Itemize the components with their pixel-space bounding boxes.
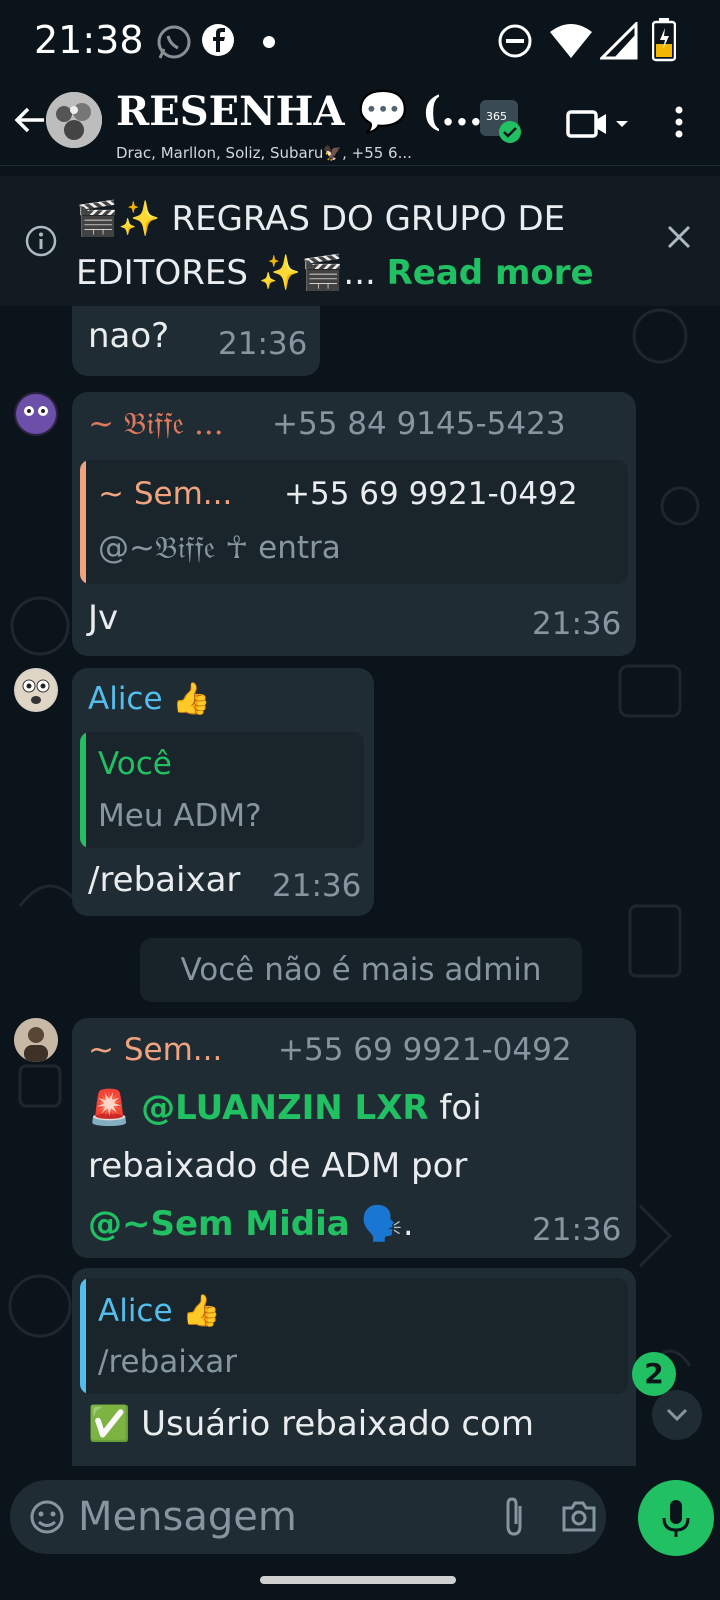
gesture-bar[interactable] bbox=[260, 1576, 456, 1584]
message-time: 21:36 bbox=[218, 326, 308, 362]
signal-icon bbox=[598, 20, 638, 64]
dnd-icon bbox=[496, 22, 534, 64]
message-line-1: 🚨 @LUANZIN LXR foi bbox=[88, 1088, 482, 1128]
quoted-message[interactable]: Alice 👍 /rebaixar bbox=[80, 1278, 628, 1394]
message-line-3: @~Sem Midia 🗣️. bbox=[88, 1204, 414, 1244]
sender-avatar[interactable] bbox=[14, 1018, 58, 1062]
sender-name[interactable]: ~ 𝔅𝔦𝔣𝔣𝔢 ... bbox=[88, 406, 224, 443]
quote-text: @~𝔅𝔦𝔣𝔣𝔢 ☥ entra bbox=[98, 530, 341, 566]
sender-phone: +55 84 9145-5423 bbox=[272, 406, 566, 442]
message-time: 21:36 bbox=[532, 606, 622, 642]
unread-badge[interactable]: 2 bbox=[632, 1352, 676, 1396]
message-bubble[interactable]: Alice 👍 /rebaixar ✅ Usuário rebaixado co… bbox=[72, 1268, 636, 1466]
notification-dot-icon bbox=[262, 34, 276, 53]
message-text: Jv bbox=[88, 598, 119, 638]
mention-sem-midia[interactable]: @~Sem Midia bbox=[88, 1204, 350, 1244]
message-bubble[interactable]: Alice 👍 Você Meu ADM? /rebaixar 21:36 bbox=[72, 668, 374, 916]
message-text: /rebaixar bbox=[88, 860, 241, 900]
quote-sender: ~ Sem... bbox=[98, 476, 233, 512]
close-icon[interactable] bbox=[664, 222, 694, 256]
sender-name[interactable]: ~ Sem... bbox=[88, 1032, 222, 1068]
message-line-2: rebaixado de ADM por bbox=[88, 1146, 468, 1186]
message-text: 🗣️. bbox=[349, 1204, 414, 1244]
scroll-down-button[interactable] bbox=[652, 1390, 702, 1440]
quote-text: Meu ADM? bbox=[98, 798, 262, 834]
message-text: foi bbox=[428, 1088, 482, 1128]
battery-icon bbox=[651, 18, 677, 66]
message-input[interactable]: Mensagem bbox=[78, 1494, 297, 1540]
quoted-message[interactable]: Você Meu ADM? bbox=[80, 732, 364, 848]
chevron-down-icon bbox=[666, 1408, 688, 1422]
status-bar: 21:38 bbox=[0, 0, 720, 84]
chat-header: RESENHA 💬 (... 365 Drac, Marllon, Soliz,… bbox=[0, 84, 720, 166]
whatsapp-icon bbox=[154, 22, 194, 66]
mic-button[interactable] bbox=[638, 1480, 714, 1556]
message-time: 21:36 bbox=[532, 1212, 622, 1248]
quote-phone: +55 69 9921-0492 bbox=[284, 476, 578, 512]
facebook-icon bbox=[200, 22, 236, 62]
pinned-message[interactable]: 🎬✨ REGRAS DO GRUPO DE EDITORES ✨🎬... Rea… bbox=[0, 176, 720, 306]
message-text: ✅ Usuário rebaixado com bbox=[88, 1404, 534, 1444]
sender-name[interactable]: Alice 👍 bbox=[88, 680, 211, 717]
sender-phone: +55 69 9921-0492 bbox=[278, 1032, 572, 1068]
more-options-icon[interactable] bbox=[674, 104, 684, 144]
sender-avatar[interactable] bbox=[14, 668, 58, 712]
quote-text: /rebaixar bbox=[98, 1344, 237, 1380]
siren-emoji: 🚨 bbox=[88, 1088, 131, 1128]
group-avatar[interactable] bbox=[46, 92, 102, 148]
message-bubble[interactable]: nao? 21:36 bbox=[72, 306, 320, 376]
chat-title[interactable]: RESENHA 💬 (... bbox=[116, 88, 483, 135]
pinned-text: 🎬✨ REGRAS DO GRUPO DE EDITORES ✨🎬... Rea… bbox=[76, 192, 656, 300]
message-input-bar[interactable]: Mensagem bbox=[10, 1480, 606, 1554]
message-bubble[interactable]: ~ 𝔅𝔦𝔣𝔣𝔢 ... +55 84 9145-5423 ~ Sem... +5… bbox=[72, 392, 636, 656]
sticker-icon[interactable] bbox=[28, 1498, 66, 1540]
chat-members[interactable]: Drac, Marllon, Soliz, Subaru🦅, +55 6... bbox=[116, 144, 412, 162]
chat-area[interactable]: nao? 21:36 ~ 𝔅𝔦𝔣𝔣𝔢 ... +55 84 9145-5423 … bbox=[0, 306, 720, 1466]
status-time: 21:38 bbox=[34, 18, 144, 62]
attach-icon[interactable] bbox=[500, 1496, 530, 1542]
read-more-link[interactable]: Read more bbox=[387, 253, 594, 293]
message-bubble[interactable]: ~ Sem... +55 69 9921-0492 🚨 @LUANZIN LXR… bbox=[72, 1018, 636, 1258]
back-arrow-icon[interactable] bbox=[10, 100, 50, 140]
mention-luanzin[interactable]: @LUANZIN LXR bbox=[141, 1088, 428, 1128]
group-badge-icon: 365 bbox=[478, 98, 524, 148]
message-time: 21:36 bbox=[272, 868, 362, 904]
quoted-message[interactable]: ~ Sem... +55 69 9921-0492 @~𝔅𝔦𝔣𝔣𝔢 ☥ entr… bbox=[80, 460, 628, 584]
quote-bar bbox=[80, 1278, 86, 1394]
message-text: nao? bbox=[88, 316, 170, 356]
quote-bar bbox=[80, 732, 86, 848]
svg-text:365: 365 bbox=[486, 110, 507, 123]
wifi-icon bbox=[548, 22, 594, 64]
quote-sender: Você bbox=[98, 746, 172, 782]
quote-sender: Alice 👍 bbox=[98, 1293, 222, 1329]
info-icon bbox=[24, 224, 58, 262]
system-message: Você não é mais admin bbox=[140, 938, 582, 1002]
video-call-icon[interactable] bbox=[566, 106, 630, 146]
camera-icon[interactable] bbox=[560, 1498, 598, 1538]
mic-icon bbox=[662, 1500, 690, 1537]
quote-bar bbox=[80, 460, 86, 584]
sender-avatar[interactable] bbox=[14, 392, 58, 436]
